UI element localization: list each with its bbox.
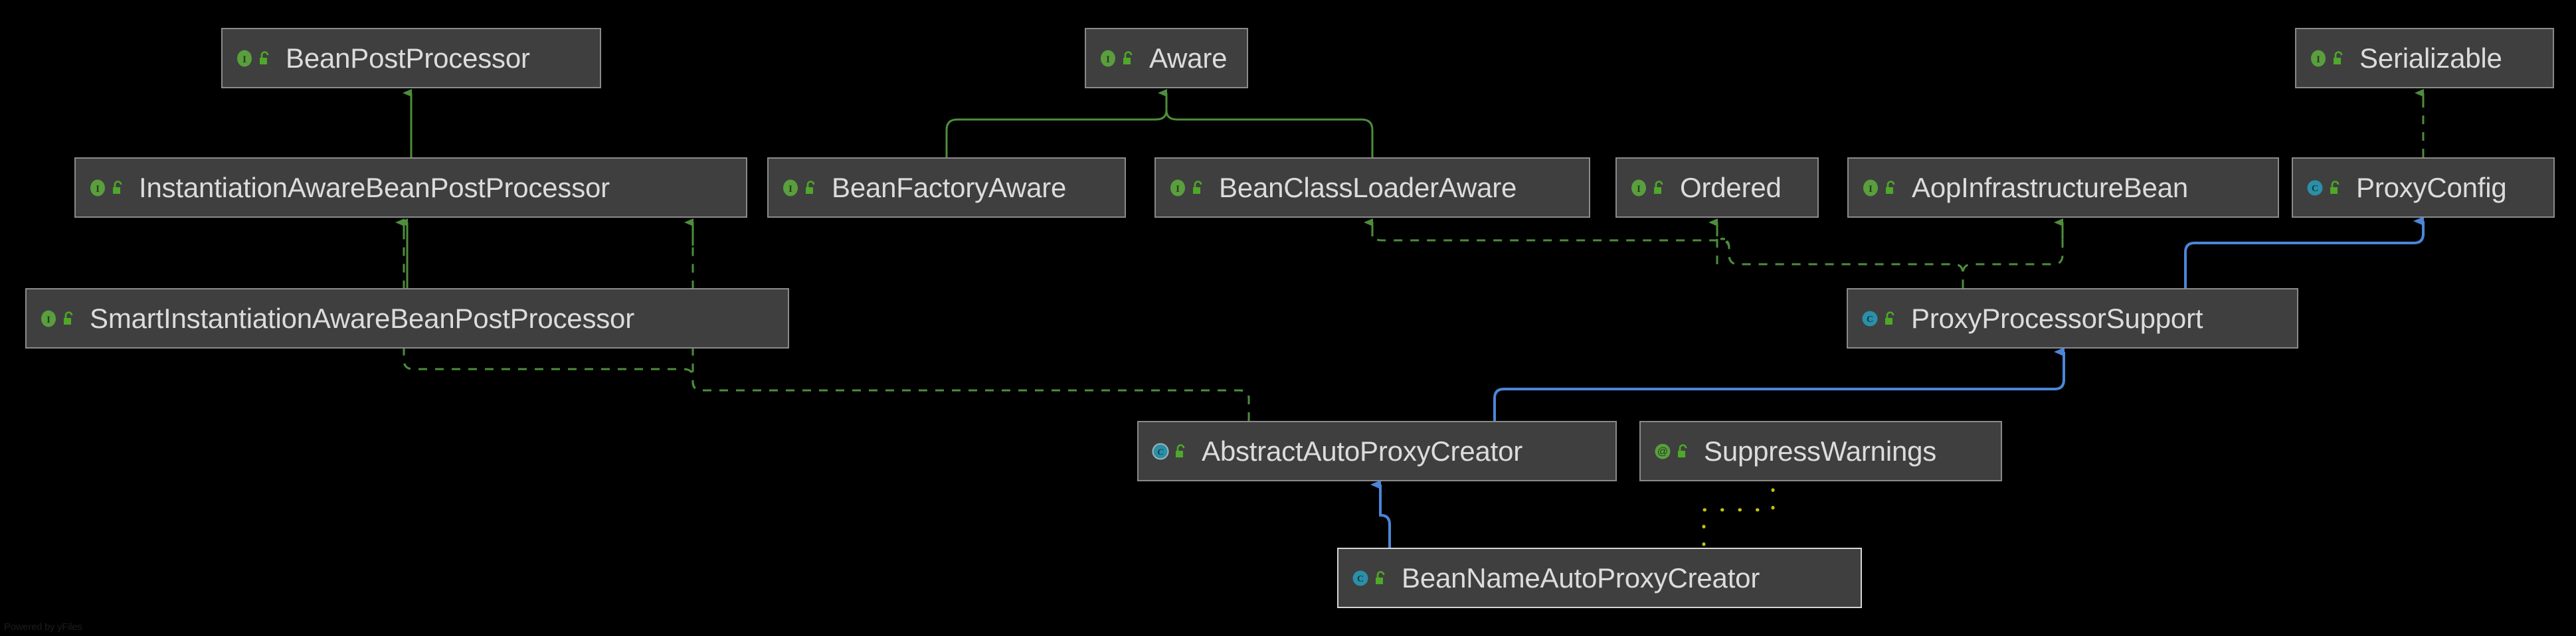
- node-icon-group: C: [1338, 568, 1396, 588]
- public-lock-icon: [2327, 180, 2342, 196]
- node-icon-group: @: [1641, 441, 1699, 461]
- node-icon-group: I: [2296, 48, 2354, 68]
- interface-icon: I: [1629, 178, 1649, 198]
- uml-node-label: Ordered: [1680, 171, 1782, 203]
- node-icon-group: I: [76, 178, 134, 198]
- interface-icon: I: [39, 309, 58, 329]
- annotation-icon: @: [1653, 441, 1673, 461]
- interface-icon: I: [1098, 48, 1118, 68]
- node-icon-group: I: [223, 48, 280, 68]
- svg-text:@: @: [1657, 446, 1668, 457]
- uml-node-label: BeanClassLoaderAware: [1219, 171, 1517, 203]
- node-icon-group: I: [27, 309, 84, 329]
- svg-text:I: I: [1106, 54, 1110, 65]
- public-lock-icon: [1190, 180, 1204, 196]
- uml-node-ordered[interactable]: I Ordered: [1615, 157, 1819, 218]
- class-icon: C: [1860, 309, 1880, 329]
- edge-beannameautoproxycreator-to-abstractautoproxycreator: [1370, 480, 1391, 548]
- uml-node-label: InstantiationAwareBeanPostProcessor: [139, 171, 610, 203]
- uml-node-label: Serializable: [2359, 42, 2502, 74]
- interface-icon: I: [1168, 178, 1188, 198]
- uml-node-aware[interactable]: I Aware: [1085, 28, 1248, 88]
- uml-node-abstractautoproxycreator[interactable]: C AbstractAutoProxyCreator: [1137, 421, 1617, 481]
- node-icon-group: I: [769, 178, 826, 198]
- uml-node-label: BeanFactoryAware: [832, 171, 1067, 203]
- uml-node-beanclassloaderaware[interactable]: I BeanClassLoaderAware: [1154, 157, 1590, 218]
- svg-text:C: C: [1357, 574, 1364, 584]
- edge-beanclassloaderaware-to-aware: [1165, 101, 1374, 157]
- uml-node-label: AbstractAutoProxyCreator: [1202, 435, 1523, 467]
- public-lock-icon: [1120, 50, 1135, 66]
- yfiles-watermark: Powered by yFiles: [4, 621, 82, 633]
- edge-proxyprocessorsupport-to-beanclassloaderaware: [1364, 218, 1964, 288]
- public-lock-icon: [1675, 443, 1689, 459]
- interface-icon: I: [2308, 48, 2328, 68]
- uml-node-label: Aware: [1149, 42, 1228, 74]
- uml-node-suppresswarnings[interactable]: @ SuppressWarnings: [1639, 421, 2002, 481]
- svg-text:I: I: [788, 184, 792, 195]
- uml-node-instantiationawarebeanpostprocessor[interactable]: I InstantiationAwareBeanPostProcessor: [74, 157, 747, 218]
- uml-class-diagram-canvas[interactable]: I BeanPostProcessor I Aware I Serializab…: [0, 0, 2576, 636]
- uml-node-label: SmartInstantiationAwareBeanPostProcessor: [90, 302, 634, 334]
- interface-icon: I: [781, 178, 800, 198]
- public-lock-icon: [802, 180, 817, 196]
- edge-proxyprocessorsupport-to-proxyconfig: [2184, 216, 2425, 288]
- class-icon: C: [2305, 178, 2325, 198]
- uml-node-beannameautoproxycreator[interactable]: C BeanNameAutoProxyCreator: [1337, 548, 1862, 608]
- svg-text:I: I: [242, 54, 246, 65]
- uml-node-smartinstantiationawarebeanpostprocessor[interactable]: I SmartInstantiationAwareBeanPostProcess…: [25, 288, 789, 349]
- uml-node-beanfactoryaware[interactable]: I BeanFactoryAware: [767, 157, 1126, 218]
- node-icon-group: C: [1139, 441, 1196, 461]
- uml-node-beanpostprocessor[interactable]: I BeanPostProcessor: [221, 28, 601, 88]
- public-lock-icon: [256, 50, 271, 66]
- uml-node-label: ProxyProcessorSupport: [1911, 302, 2203, 334]
- svg-text:I: I: [96, 184, 100, 195]
- uml-node-aopinfrastructurebean[interactable]: I AopInfrastructureBean: [1847, 157, 2279, 218]
- uml-node-label: BeanNameAutoProxyCreator: [1402, 562, 1760, 594]
- edge-beanfactoryaware-to-aware: [945, 89, 1168, 157]
- node-icon-group: I: [1617, 178, 1675, 198]
- uml-node-label: ProxyConfig: [2356, 171, 2507, 203]
- public-lock-icon: [1372, 570, 1387, 586]
- svg-text:C: C: [1867, 315, 1873, 325]
- public-lock-icon: [2330, 50, 2345, 66]
- public-lock-icon: [60, 311, 75, 327]
- uml-node-label: SuppressWarnings: [1704, 435, 1937, 467]
- svg-text:I: I: [2316, 54, 2320, 65]
- uml-node-label: AopInfrastructureBean: [1912, 171, 2189, 203]
- svg-text:I: I: [46, 315, 50, 325]
- node-icon-group: C: [2293, 178, 2351, 198]
- uml-node-serializable[interactable]: I Serializable: [2295, 28, 2554, 88]
- interface-icon: I: [234, 48, 254, 68]
- uml-node-proxyprocessorsupport[interactable]: C ProxyProcessorSupport: [1847, 288, 2298, 349]
- public-lock-icon: [1172, 443, 1187, 459]
- svg-text:I: I: [1637, 184, 1641, 195]
- edge-beannameautoproxycreator-to-suppresswarnings: [1702, 480, 1775, 546]
- edge-proxyprocessorsupport-to-ordered: [1708, 218, 1964, 288]
- uml-node-label: BeanPostProcessor: [286, 42, 530, 74]
- edge-proxyprocessorsupport-to-aopinfrastructurebean: [1962, 218, 2064, 288]
- interface-icon: I: [88, 178, 108, 198]
- edge-abstractautoproxycreator-to-proxyprocessorsupport: [1493, 347, 2065, 421]
- svg-text:I: I: [1176, 184, 1180, 195]
- interface-icon: I: [1861, 178, 1881, 198]
- public-lock-icon: [1883, 180, 1897, 196]
- svg-text:C: C: [2312, 184, 2318, 194]
- class-icon: C: [1350, 568, 1370, 588]
- node-icon-group: C: [1848, 309, 1906, 329]
- public-lock-icon: [1882, 311, 1896, 327]
- svg-text:I: I: [1869, 184, 1873, 195]
- uml-node-proxyconfig[interactable]: C ProxyConfig: [2292, 157, 2555, 218]
- node-icon-group: I: [1086, 48, 1144, 68]
- node-icon-group: I: [1849, 178, 1906, 198]
- abstract-class-icon: C: [1150, 441, 1170, 461]
- svg-text:C: C: [1158, 447, 1164, 457]
- public-lock-icon: [110, 180, 124, 196]
- public-lock-icon: [1651, 180, 1665, 196]
- node-icon-group: I: [1156, 178, 1214, 198]
